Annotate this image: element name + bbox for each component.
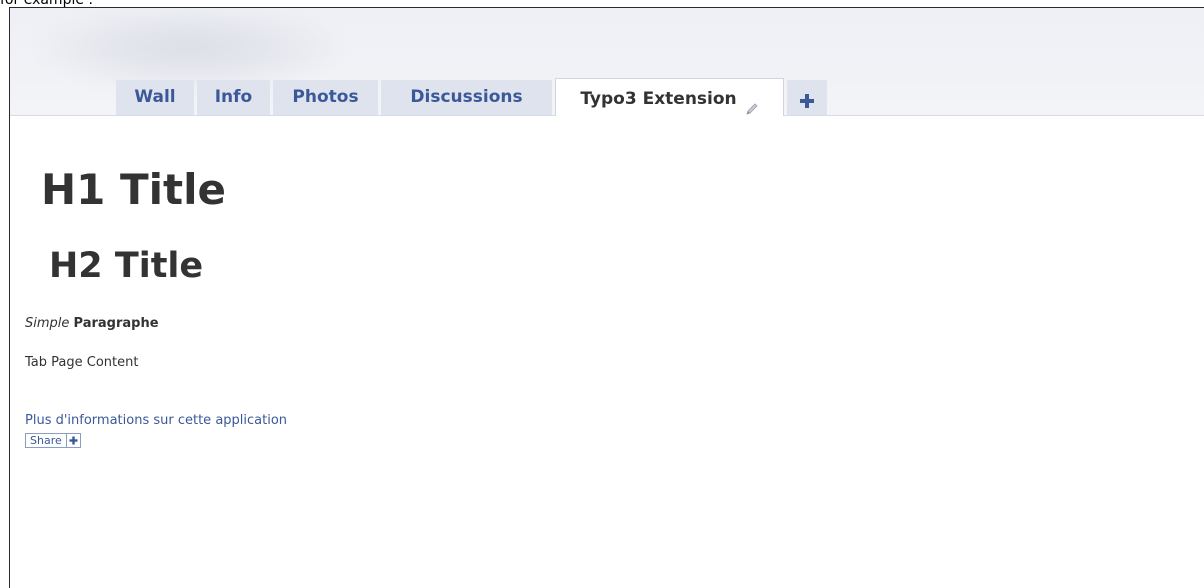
plus-icon [67, 434, 80, 447]
share-button[interactable]: Share [25, 433, 81, 448]
pencil-icon[interactable] [745, 91, 759, 115]
paragraph-italic-text: Simple [25, 316, 70, 331]
tab-label: Discussions [410, 87, 523, 107]
tab-discussions[interactable]: Discussions [381, 80, 552, 115]
tab-label: Wall [134, 87, 176, 107]
tab-info[interactable]: Info [197, 80, 270, 115]
simple-paragraph: Simple Paragraphe [25, 316, 159, 332]
blurred-profile-image [40, 12, 340, 90]
plus-icon [799, 87, 815, 108]
page-frame: Wall Info Photos Discussions Typo3 Exten… [9, 7, 1204, 588]
tab-label: Photos [292, 87, 359, 107]
add-tab-button[interactable] [787, 80, 827, 115]
tab-photos[interactable]: Photos [273, 80, 378, 115]
page-title-h2: H2 Title [49, 246, 204, 286]
tab-label: Info [214, 87, 253, 107]
tab-label: Typo3 Extension [580, 89, 737, 109]
page-title-h1: H1 Title [41, 165, 227, 214]
paragraph-bold-text: Paragraphe [73, 316, 159, 331]
tab-typo3-extension[interactable]: Typo3 Extension [555, 78, 784, 116]
tab-wall[interactable]: Wall [116, 80, 194, 115]
app-info-link[interactable]: Plus d'informations sur cette applicatio… [25, 413, 287, 429]
tab-page-content: Tab Page Content [25, 355, 139, 370]
share-label: Share [26, 434, 67, 447]
page-header: Wall Info Photos Discussions Typo3 Exten… [10, 8, 1204, 116]
